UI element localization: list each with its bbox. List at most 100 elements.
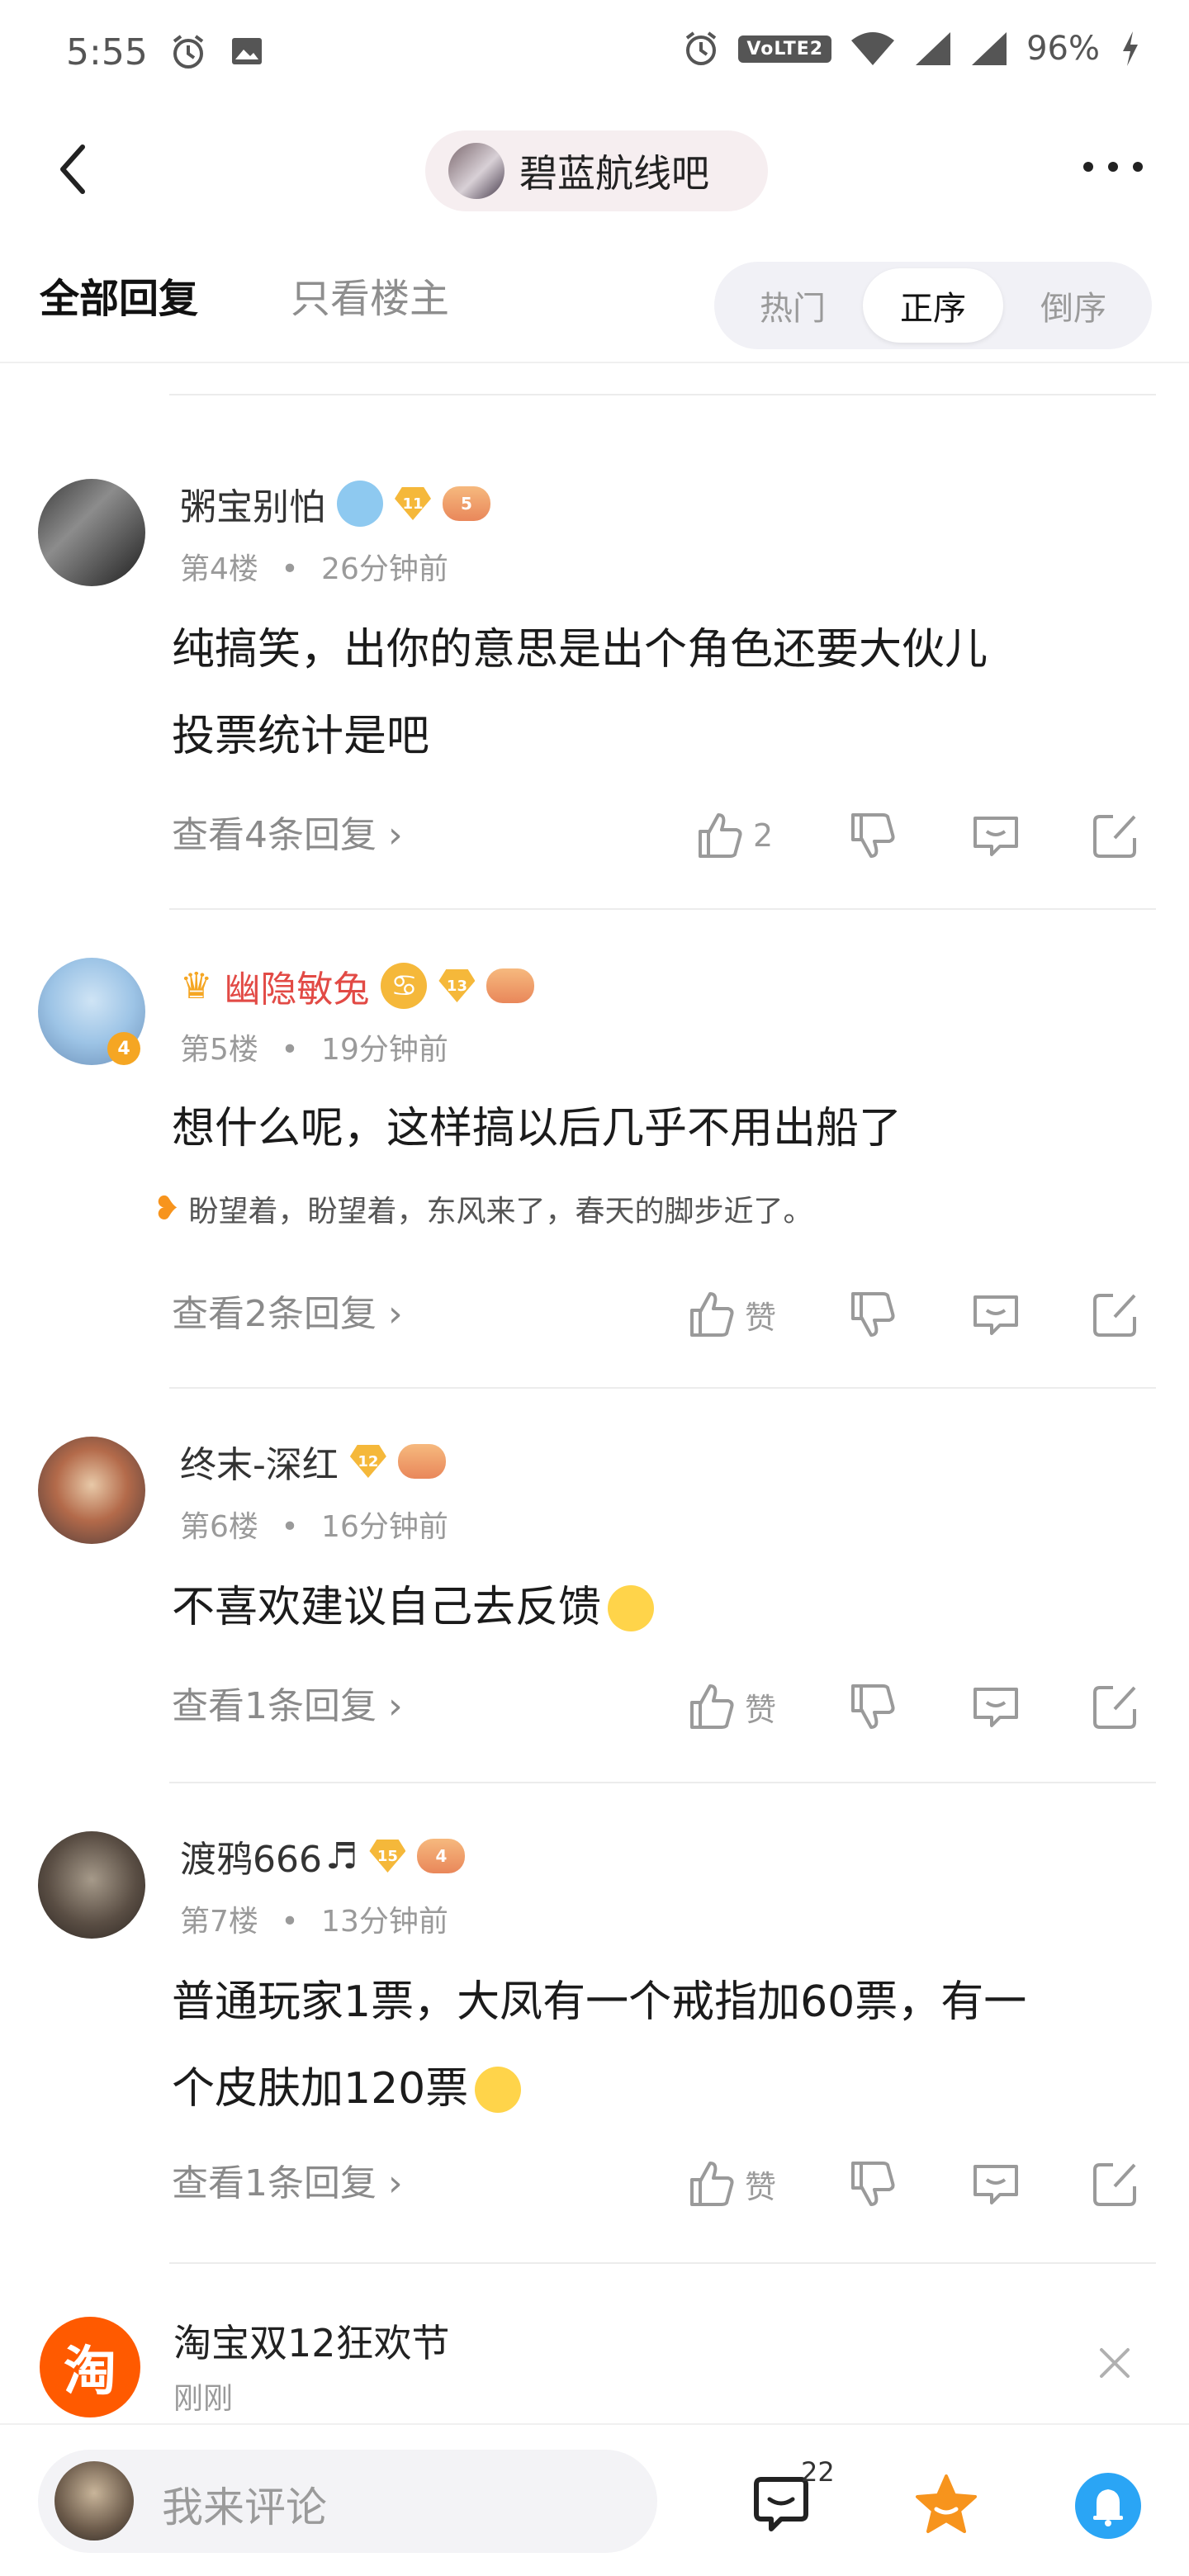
nav-bar: 碧蓝航线吧: [0, 124, 1189, 215]
view-replies-link[interactable]: 查看1条回复 ›: [172, 2153, 403, 2206]
battery-percent: 96%: [1026, 30, 1100, 68]
notification-banner[interactable]: 淘 淘宝双12狂欢节 刚刚: [0, 2287, 1189, 2419]
post-actions: 赞: [677, 2151, 1156, 2217]
tab-all-replies[interactable]: 全部回复: [40, 266, 198, 324]
post-time: 26分钟前: [321, 552, 448, 586]
comment-icon[interactable]: [970, 2151, 1021, 2217]
more-icon[interactable]: [1083, 157, 1143, 177]
level-badge: 15: [369, 1840, 406, 1873]
bottom-bar: 我来评论 22: [0, 2423, 1189, 2576]
sort-asc[interactable]: 正序: [863, 268, 1003, 343]
floor-number: 第7楼: [180, 1905, 258, 1939]
dislike-icon[interactable]: [846, 803, 898, 869]
bell-icon[interactable]: [1073, 2471, 1143, 2540]
dislike-icon[interactable]: [846, 1281, 898, 1347]
battery-icon: [1123, 31, 1138, 66]
author-line: 终末-深红 12: [180, 1435, 446, 1488]
post-time: 16分钟前: [321, 1510, 448, 1544]
author-line: ♛ 幽隐敏兔 ♋ 13: [180, 959, 535, 1012]
like-button[interactable]: 2: [694, 803, 773, 869]
like-button[interactable]: 赞: [685, 1281, 776, 1347]
close-icon[interactable]: [1095, 2343, 1135, 2383]
like-label: 赞: [745, 2168, 777, 2205]
comment-placeholder: 我来评论: [162, 2484, 327, 2531]
signal-icon: [972, 32, 1007, 65]
reply-tabs: 全部回复 只看楼主 热门 正序 倒序: [0, 248, 1189, 363]
forum-avatar: [448, 143, 504, 199]
divider: [169, 908, 1156, 910]
view-replies-link[interactable]: 查看1条回复 ›: [172, 1676, 403, 1729]
post-time: 19分钟前: [321, 1033, 448, 1067]
favorite-star-icon[interactable]: [913, 2471, 979, 2537]
post-content: 不喜欢建议自己去反馈: [172, 1565, 1146, 1651]
author-line: 粥宝别怕 11 5: [180, 477, 490, 530]
post-meta: 第5楼 • 19分钟前: [180, 1033, 448, 1067]
divider: [169, 2262, 1156, 2264]
sort-hot[interactable]: 热门: [722, 268, 863, 343]
divider: [169, 1782, 1156, 1783]
image-icon: [232, 38, 262, 64]
like-count: 2: [753, 817, 774, 854]
alarm-icon: [173, 35, 204, 69]
sort-toggle: 热门 正序 倒序: [714, 262, 1152, 349]
post-meta: 第4楼 • 26分钟前: [180, 552, 448, 586]
volte-badge: VoLTE2: [738, 35, 832, 63]
floor-number: 第4楼: [180, 552, 258, 586]
sort-desc[interactable]: 倒序: [1003, 268, 1144, 343]
avatar[interactable]: [38, 1437, 145, 1544]
divider: [169, 394, 1156, 395]
smile-emoji-icon: [608, 1584, 655, 1631]
level-badge: 11: [395, 487, 431, 520]
avatar[interactable]: [38, 479, 145, 586]
post-time: 13分钟前: [321, 1905, 448, 1939]
username[interactable]: 幽隐敏兔: [224, 959, 369, 1012]
comment-icon[interactable]: [970, 1281, 1021, 1347]
forum-pill[interactable]: 碧蓝航线吧: [425, 130, 768, 211]
share-icon[interactable]: [1090, 1281, 1141, 1347]
like-button[interactable]: 赞: [685, 2151, 776, 2217]
back-icon[interactable]: [50, 140, 99, 198]
like-button[interactable]: 赞: [685, 1674, 776, 1740]
post-content: 想什么呢，这样搞以后几乎不用出船了: [172, 1104, 902, 1153]
status-time: 5:55: [66, 31, 148, 73]
crown-icon: ♛: [180, 964, 213, 1007]
share-icon[interactable]: [1090, 1674, 1141, 1740]
username[interactable]: 渡鸦666: [180, 1830, 322, 1882]
gamepad-badge: [486, 968, 535, 1003]
taobao-logo: 淘: [40, 2317, 140, 2417]
like-icon: [690, 2162, 734, 2206]
yum-emoji-icon: [475, 2066, 522, 2113]
username[interactable]: 粥宝别怕: [180, 477, 325, 530]
gamepad-badge: 4: [417, 1839, 466, 1873]
comment-icon[interactable]: [970, 803, 1021, 869]
username[interactable]: 终末-深红: [180, 1435, 339, 1488]
share-icon[interactable]: [1090, 803, 1141, 869]
comment-count: 22: [801, 2456, 835, 2488]
alarm-icon: [686, 31, 717, 65]
floor-number: 第5楼: [180, 1033, 258, 1067]
level-badge: 13: [438, 969, 476, 1002]
like-label: 赞: [745, 1691, 777, 1728]
comment-input[interactable]: 我来评论: [38, 2450, 657, 2553]
avatar[interactable]: [38, 1831, 145, 1939]
view-replies-link[interactable]: 查看2条回复 ›: [172, 1284, 403, 1337]
notification-title: 淘宝双12狂欢节: [173, 2321, 450, 2365]
wifi-icon: [851, 32, 895, 65]
view-replies-link[interactable]: 查看4条回复 ›: [172, 805, 403, 858]
share-icon[interactable]: [1090, 2151, 1141, 2217]
scream-emoji-icon: [337, 481, 383, 527]
author-line: 渡鸦666 ♬ 15 4: [180, 1830, 466, 1882]
tab-only-op[interactable]: 只看楼主: [291, 266, 449, 324]
comment-icon[interactable]: [970, 1674, 1021, 1740]
music-note-icon: ♬: [324, 1835, 358, 1878]
like-icon: [690, 1684, 734, 1729]
gamepad-badge: [397, 1444, 446, 1479]
dislike-icon[interactable]: [846, 1674, 898, 1740]
avatar-level-badge: 4: [107, 1032, 140, 1065]
like-label: 赞: [745, 1299, 777, 1336]
post-actions: 赞: [677, 1281, 1156, 1347]
post-actions: 2: [677, 803, 1156, 869]
gamepad-badge: 5: [443, 486, 490, 521]
dislike-icon[interactable]: [846, 2151, 898, 2217]
post-content: 普通玩家1票，大凤有一个戒指加60票，有一 个皮肤加120票: [172, 1977, 1027, 2114]
